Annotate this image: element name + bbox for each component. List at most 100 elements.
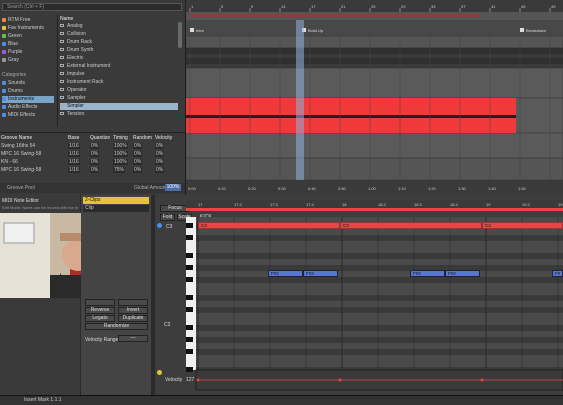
- collection-blue[interactable]: Blue: [2, 41, 54, 48]
- groove-row[interactable]: MPC 16 Swing-58 1/16 0% 100% 0% 0%: [0, 151, 185, 158]
- global-amount-value[interactable]: 100%: [165, 184, 181, 191]
- half-length-button[interactable]: [85, 299, 115, 306]
- locator-marker-icon[interactable]: [190, 28, 194, 32]
- midi-note-fsharp2[interactable]: F#2: [268, 270, 303, 277]
- clip-selector[interactable]: Clip: [83, 205, 149, 212]
- groove-cell-random[interactable]: 0%: [133, 143, 143, 149]
- groove-cell-quantize[interactable]: 0%: [90, 143, 100, 149]
- browser-item[interactable]: Analog: [60, 23, 178, 30]
- groove-row[interactable]: MPC 16 Swing-58 1/16 0% 75% 0% 0%: [0, 167, 185, 174]
- arrangement-view: 1 5 9 13 17 21 25 29 33 37 41 45 49 Intro Build Up Brea…: [186, 0, 563, 195]
- category-label: Instruments: [8, 96, 35, 102]
- locator-label: Breakdown: [526, 28, 546, 33]
- locator-marker-icon[interactable]: [520, 28, 524, 32]
- fold-toggle-icon[interactable]: [157, 223, 162, 228]
- browser-search-input[interactable]: Search (Ctrl + F): [2, 3, 182, 11]
- loop-brace[interactable]: [190, 14, 480, 17]
- browser-item[interactable]: Drum Rack: [60, 39, 178, 46]
- note-editor-title: MIDI Note Editor: [2, 198, 39, 204]
- groove-cell-random[interactable]: 0%: [133, 151, 143, 157]
- groove-cell-random[interactable]: 0%: [133, 159, 143, 165]
- category-label: Sounds: [8, 80, 25, 86]
- locator-label: Build Up: [308, 28, 324, 33]
- locator-lane[interactable]: [186, 20, 563, 36]
- groove-cell-quantize[interactable]: 0%: [90, 167, 100, 173]
- category-drums[interactable]: Drums: [2, 88, 54, 95]
- dark-clip-strip[interactable]: [186, 58, 563, 64]
- groove-cell-velocity[interactable]: 0%: [155, 159, 165, 165]
- ruler-label: 25: [371, 4, 376, 9]
- randomize-button[interactable]: Randomize: [85, 323, 148, 330]
- velocity-range-field[interactable]: —: [118, 335, 148, 342]
- groove-cell-base[interactable]: 1/16: [68, 167, 80, 173]
- arrangement-track[interactable]: [186, 132, 563, 159]
- velocity-lane-icon[interactable]: [157, 370, 162, 375]
- groove-cell-timing[interactable]: 100%: [113, 151, 128, 157]
- clip-name[interactable]: 2-Clips: [83, 197, 149, 204]
- browser-item[interactable]: Operator: [60, 87, 178, 94]
- playhead-selection[interactable]: [296, 20, 304, 180]
- midi-note-c3[interactable]: C3: [198, 222, 340, 229]
- browser-scrollbar[interactable]: [178, 22, 182, 48]
- arrangement-canvas[interactable]: 1 5 9 13 17 21 25 29 33 37 41 45 49Intro Build Up Brea…: [186, 0, 563, 195]
- groove-cell-quantize[interactable]: 0%: [90, 159, 100, 165]
- midi-note-fsharp2[interactable]: F#: [552, 270, 563, 277]
- arrangement-track[interactable]: [186, 35, 563, 49]
- collection-label: Fav Instruments: [8, 25, 44, 31]
- time-mark: 1:00: [368, 186, 377, 191]
- browser-item-label: Instrument Rack: [67, 79, 104, 85]
- browser-item[interactable]: Drum Synth: [60, 47, 178, 54]
- category-instruments[interactable]: Instruments: [2, 96, 54, 103]
- browser-item[interactable]: Impulse: [60, 71, 178, 78]
- groove-cell-velocity[interactable]: 0%: [155, 151, 165, 157]
- browser-item[interactable]: Simpler: [60, 103, 178, 110]
- midi-note-fsharp2[interactable]: F#2: [303, 270, 338, 277]
- collection-purple[interactable]: Purple: [2, 49, 54, 56]
- dark-clip-strip[interactable]: [186, 48, 563, 54]
- invert-button[interactable]: Invert: [118, 307, 148, 314]
- groove-cell-random[interactable]: 0%: [133, 167, 143, 173]
- category-sounds[interactable]: Sounds: [2, 80, 54, 87]
- groove-column-header: Groove Name: [1, 135, 33, 141]
- folder-icon: [60, 64, 64, 68]
- browser-item[interactable]: Sampler: [60, 95, 178, 102]
- browser-item[interactable]: Instrument Rack: [60, 79, 178, 86]
- groove-column-header: Base: [68, 135, 80, 141]
- category-audio-effects[interactable]: Audio Effects: [2, 104, 54, 111]
- groove-cell-base[interactable]: 1/16: [68, 151, 80, 157]
- midi-note-c3[interactable]: C3: [340, 222, 482, 229]
- time-mark: 0:10: [218, 186, 227, 191]
- groove-cell-base[interactable]: 1/16: [68, 159, 80, 165]
- collection-rtm-free[interactable]: RTM Free: [2, 17, 54, 24]
- groove-cell-velocity[interactable]: 0%: [155, 143, 165, 149]
- browser-item[interactable]: External Instrument: [60, 63, 178, 70]
- groove-cell-quantize[interactable]: 0%: [90, 151, 100, 157]
- legato-button[interactable]: Legato: [85, 315, 115, 322]
- groove-cell-base[interactable]: 1/16: [68, 143, 80, 149]
- browser-item[interactable]: Collision: [60, 31, 178, 38]
- groove-cell-timing[interactable]: 100%: [113, 143, 128, 149]
- arrangement-track[interactable]: [186, 67, 563, 99]
- collection-fav-instruments[interactable]: Fav Instruments: [2, 25, 54, 32]
- groove-row[interactable]: Swing 16ths 54 1/16 0% 100% 0% 0%: [0, 143, 185, 150]
- browser-item[interactable]: Electric: [60, 55, 178, 62]
- midi-note-c3[interactable]: C3: [482, 222, 563, 229]
- midi-note-fsharp2[interactable]: F#2: [410, 270, 445, 277]
- double-length-button[interactable]: [118, 299, 148, 306]
- category-label: Audio Effects: [8, 104, 38, 110]
- collection-green[interactable]: Green: [2, 33, 54, 40]
- groove-cell-velocity[interactable]: 0%: [155, 167, 165, 173]
- midi-note-fsharp2[interactable]: F#2: [445, 270, 480, 277]
- fold-button[interactable]: Fold: [160, 214, 175, 221]
- groove-row[interactable]: KN - 66 1/16 0% 100% 0% 0%: [0, 159, 185, 166]
- arrangement-track[interactable]: [186, 157, 563, 181]
- category-midi-effects[interactable]: MIDI Effects: [2, 112, 54, 119]
- c3-label: C3: [166, 224, 173, 230]
- folder-icon: [60, 112, 64, 116]
- reverse-button[interactable]: Reverse: [85, 307, 115, 314]
- browser-item[interactable]: Tension: [60, 111, 178, 118]
- duplicate-button[interactable]: Duplicate: [118, 315, 148, 322]
- groove-cell-timing[interactable]: 75%: [113, 167, 126, 173]
- groove-cell-timing[interactable]: 100%: [113, 159, 128, 165]
- collection-gray[interactable]: Gray: [2, 57, 54, 64]
